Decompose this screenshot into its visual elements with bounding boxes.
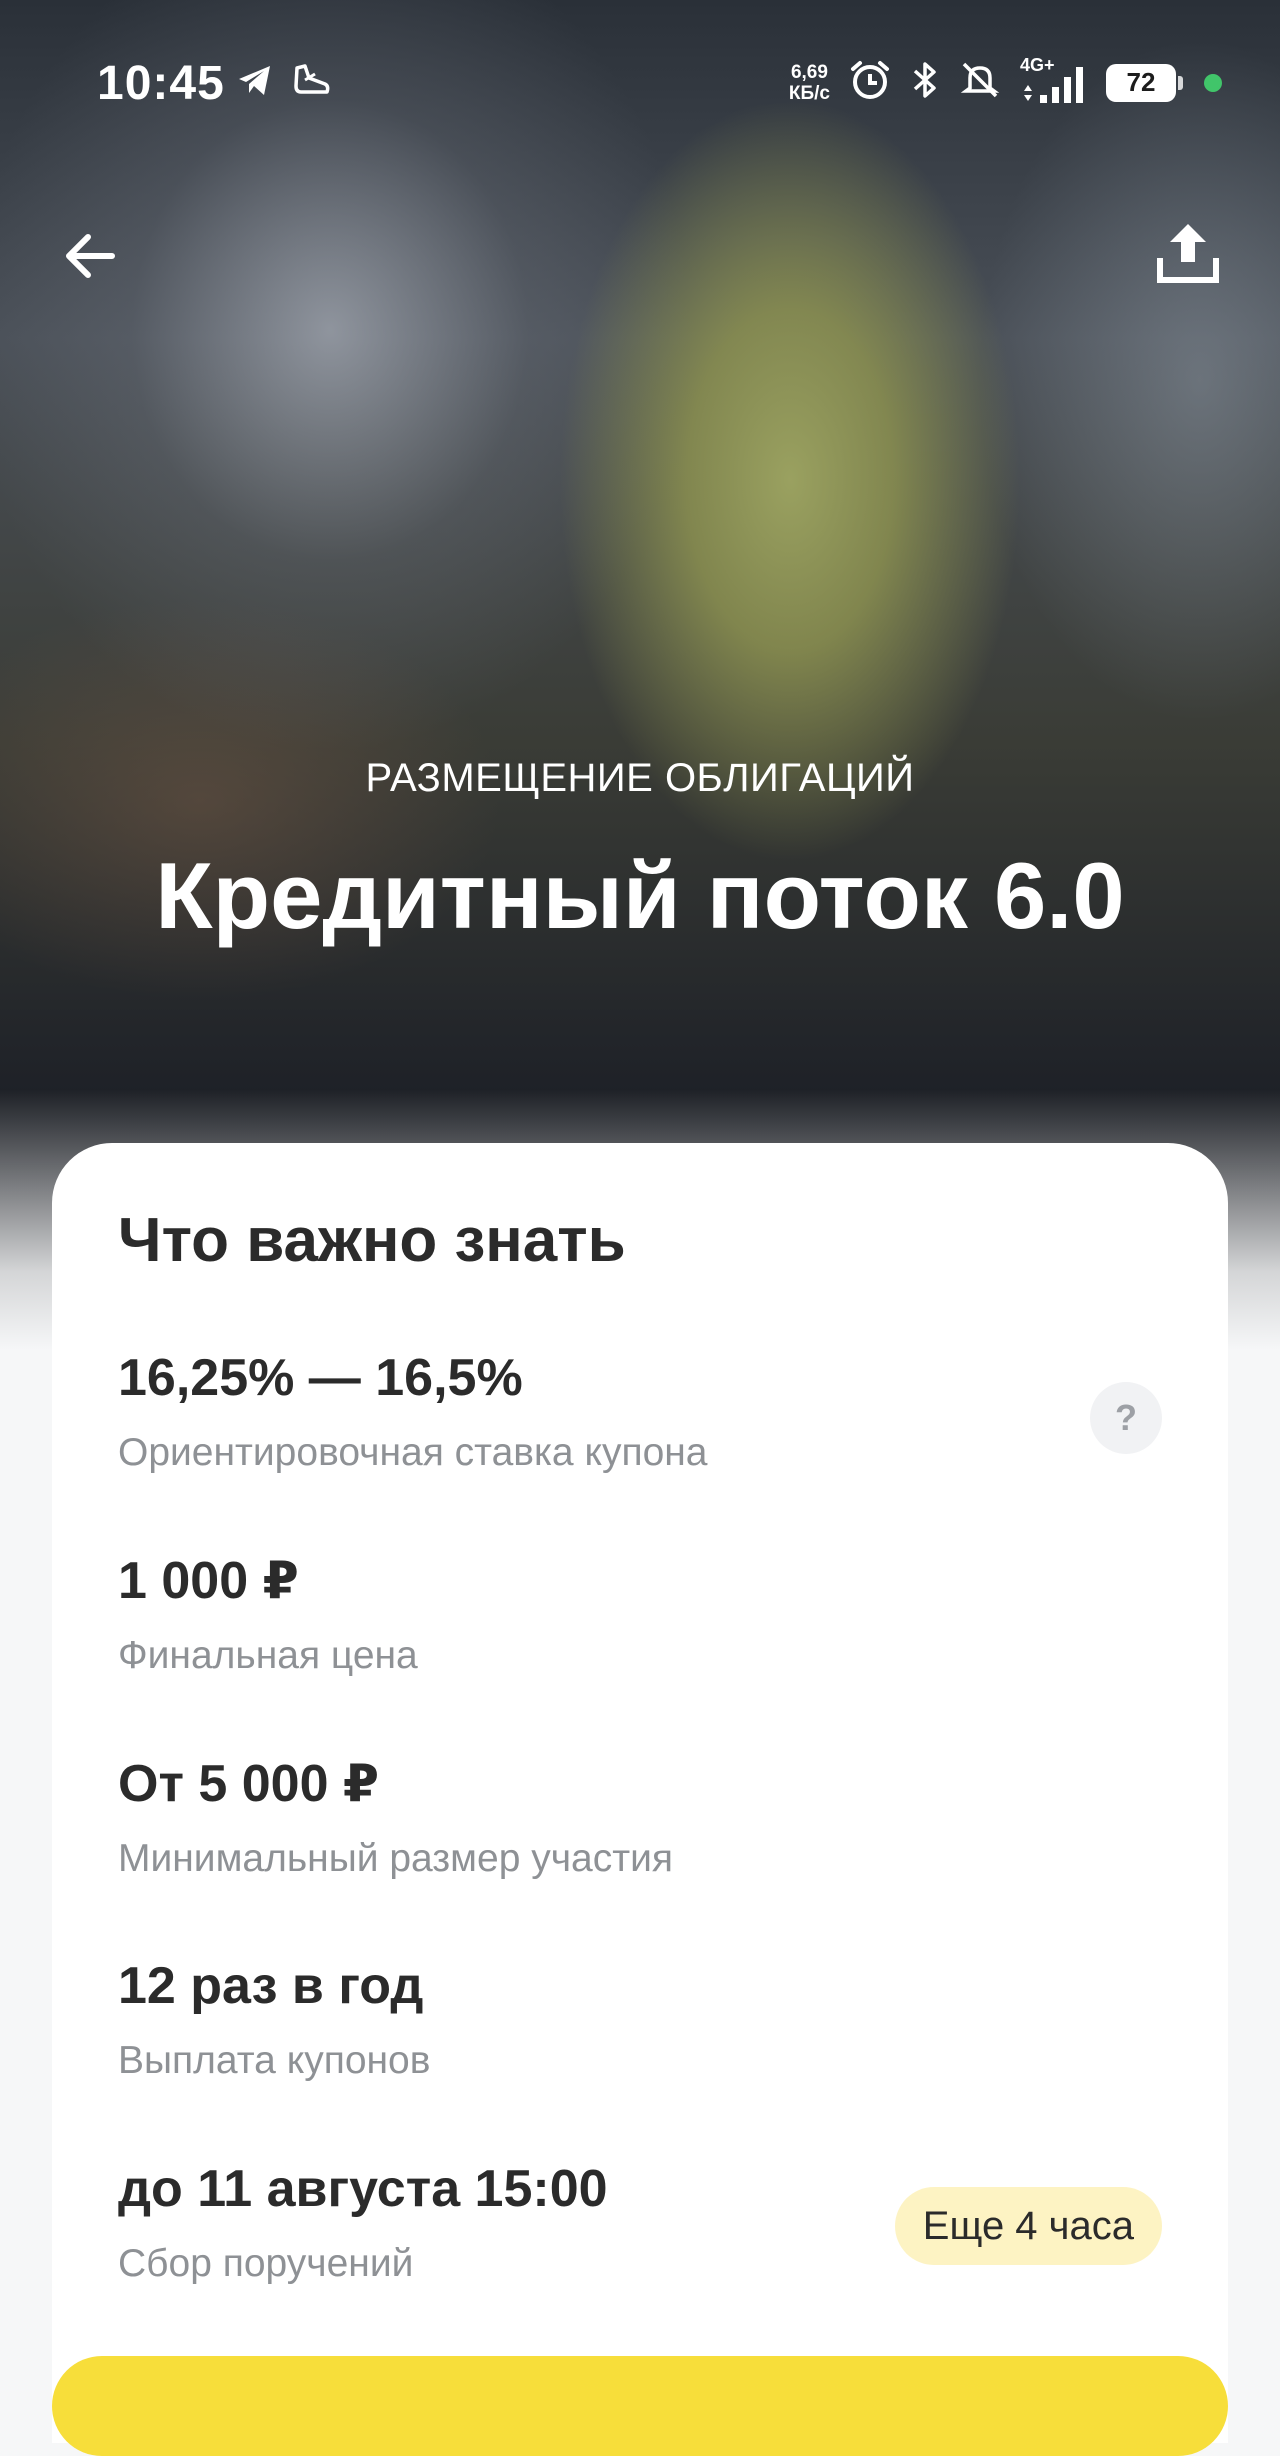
card-title: Что важно знать bbox=[118, 1206, 626, 1275]
info-label: Ориентировочная ставка купона bbox=[118, 1431, 708, 1474]
help-icon[interactable]: ? bbox=[1090, 1382, 1162, 1454]
info-value: 16,25% — 16,5% bbox=[118, 1349, 523, 1407]
hero-title: Кредитный поток 6.0 bbox=[155, 843, 1125, 948]
info-value: до 11 августа 15:00 bbox=[118, 2160, 608, 2218]
info-row-final-price: 1 000 ₽ Финальная цена bbox=[118, 1551, 1162, 1691]
info-row-min-participation: От 5 000 ₽ Минимальный размер участия bbox=[118, 1754, 1162, 1894]
telegram-icon bbox=[235, 60, 275, 105]
status-left-icons bbox=[235, 60, 333, 105]
status-bar: 10:45 6,69 КБ/с 4G+ 72 bbox=[0, 0, 1280, 170]
upload-icon bbox=[1157, 224, 1219, 283]
privacy-indicator bbox=[1204, 73, 1222, 92]
info-row-coupon-frequency: 12 раз в год Выплата купонов bbox=[118, 1956, 1162, 2096]
alarm-icon bbox=[848, 58, 892, 107]
info-label: Выплата купонов bbox=[118, 2039, 431, 2082]
time-left-badge: Еще 4 часа bbox=[894, 2187, 1162, 2265]
mute-icon bbox=[958, 58, 1002, 107]
status-time: 10:45 bbox=[97, 57, 225, 110]
share-button[interactable] bbox=[1148, 212, 1228, 292]
info-value: 12 раз в год bbox=[118, 1957, 424, 2015]
status-right-icons: 6,69 КБ/с 4G+ 72 bbox=[789, 55, 1222, 107]
info-row-coupon-rate: 16,25% — 16,5% Ориентировочная ставка ку… bbox=[118, 1348, 1162, 1488]
back-button[interactable] bbox=[52, 218, 128, 294]
info-label: Сбор поручений bbox=[118, 2242, 414, 2285]
bluetooth-icon bbox=[910, 58, 940, 107]
info-value: От 5 000 ₽ bbox=[118, 1755, 380, 1813]
primary-action-button[interactable] bbox=[52, 2356, 1228, 2456]
info-value: 1 000 ₽ bbox=[118, 1552, 299, 1610]
info-label: Финальная цена bbox=[118, 1634, 418, 1677]
battery-icon: 72 bbox=[1106, 63, 1183, 102]
signal-icon: 4G+ bbox=[1020, 55, 1088, 105]
info-label: Минимальный размер участия bbox=[118, 1837, 673, 1880]
net-speed-unit: КБ/с bbox=[788, 82, 830, 104]
arrow-left-icon bbox=[66, 234, 115, 278]
sneaker-icon bbox=[291, 60, 333, 105]
info-card: Что важно знать 16,25% — 16,5% Ориентиро… bbox=[52, 1143, 1228, 2443]
network-type: 4G+ bbox=[1020, 54, 1055, 75]
hero-subtitle: РАЗМЕЩЕНИЕ ОБЛИГАЦИЙ bbox=[365, 756, 915, 800]
info-row-order-deadline: до 11 августа 15:00 Сбор поручений Еще 4… bbox=[118, 2159, 1162, 2299]
net-speed-value: 6,69 bbox=[790, 61, 828, 83]
net-speed: 6,69 КБ/с bbox=[789, 62, 830, 104]
